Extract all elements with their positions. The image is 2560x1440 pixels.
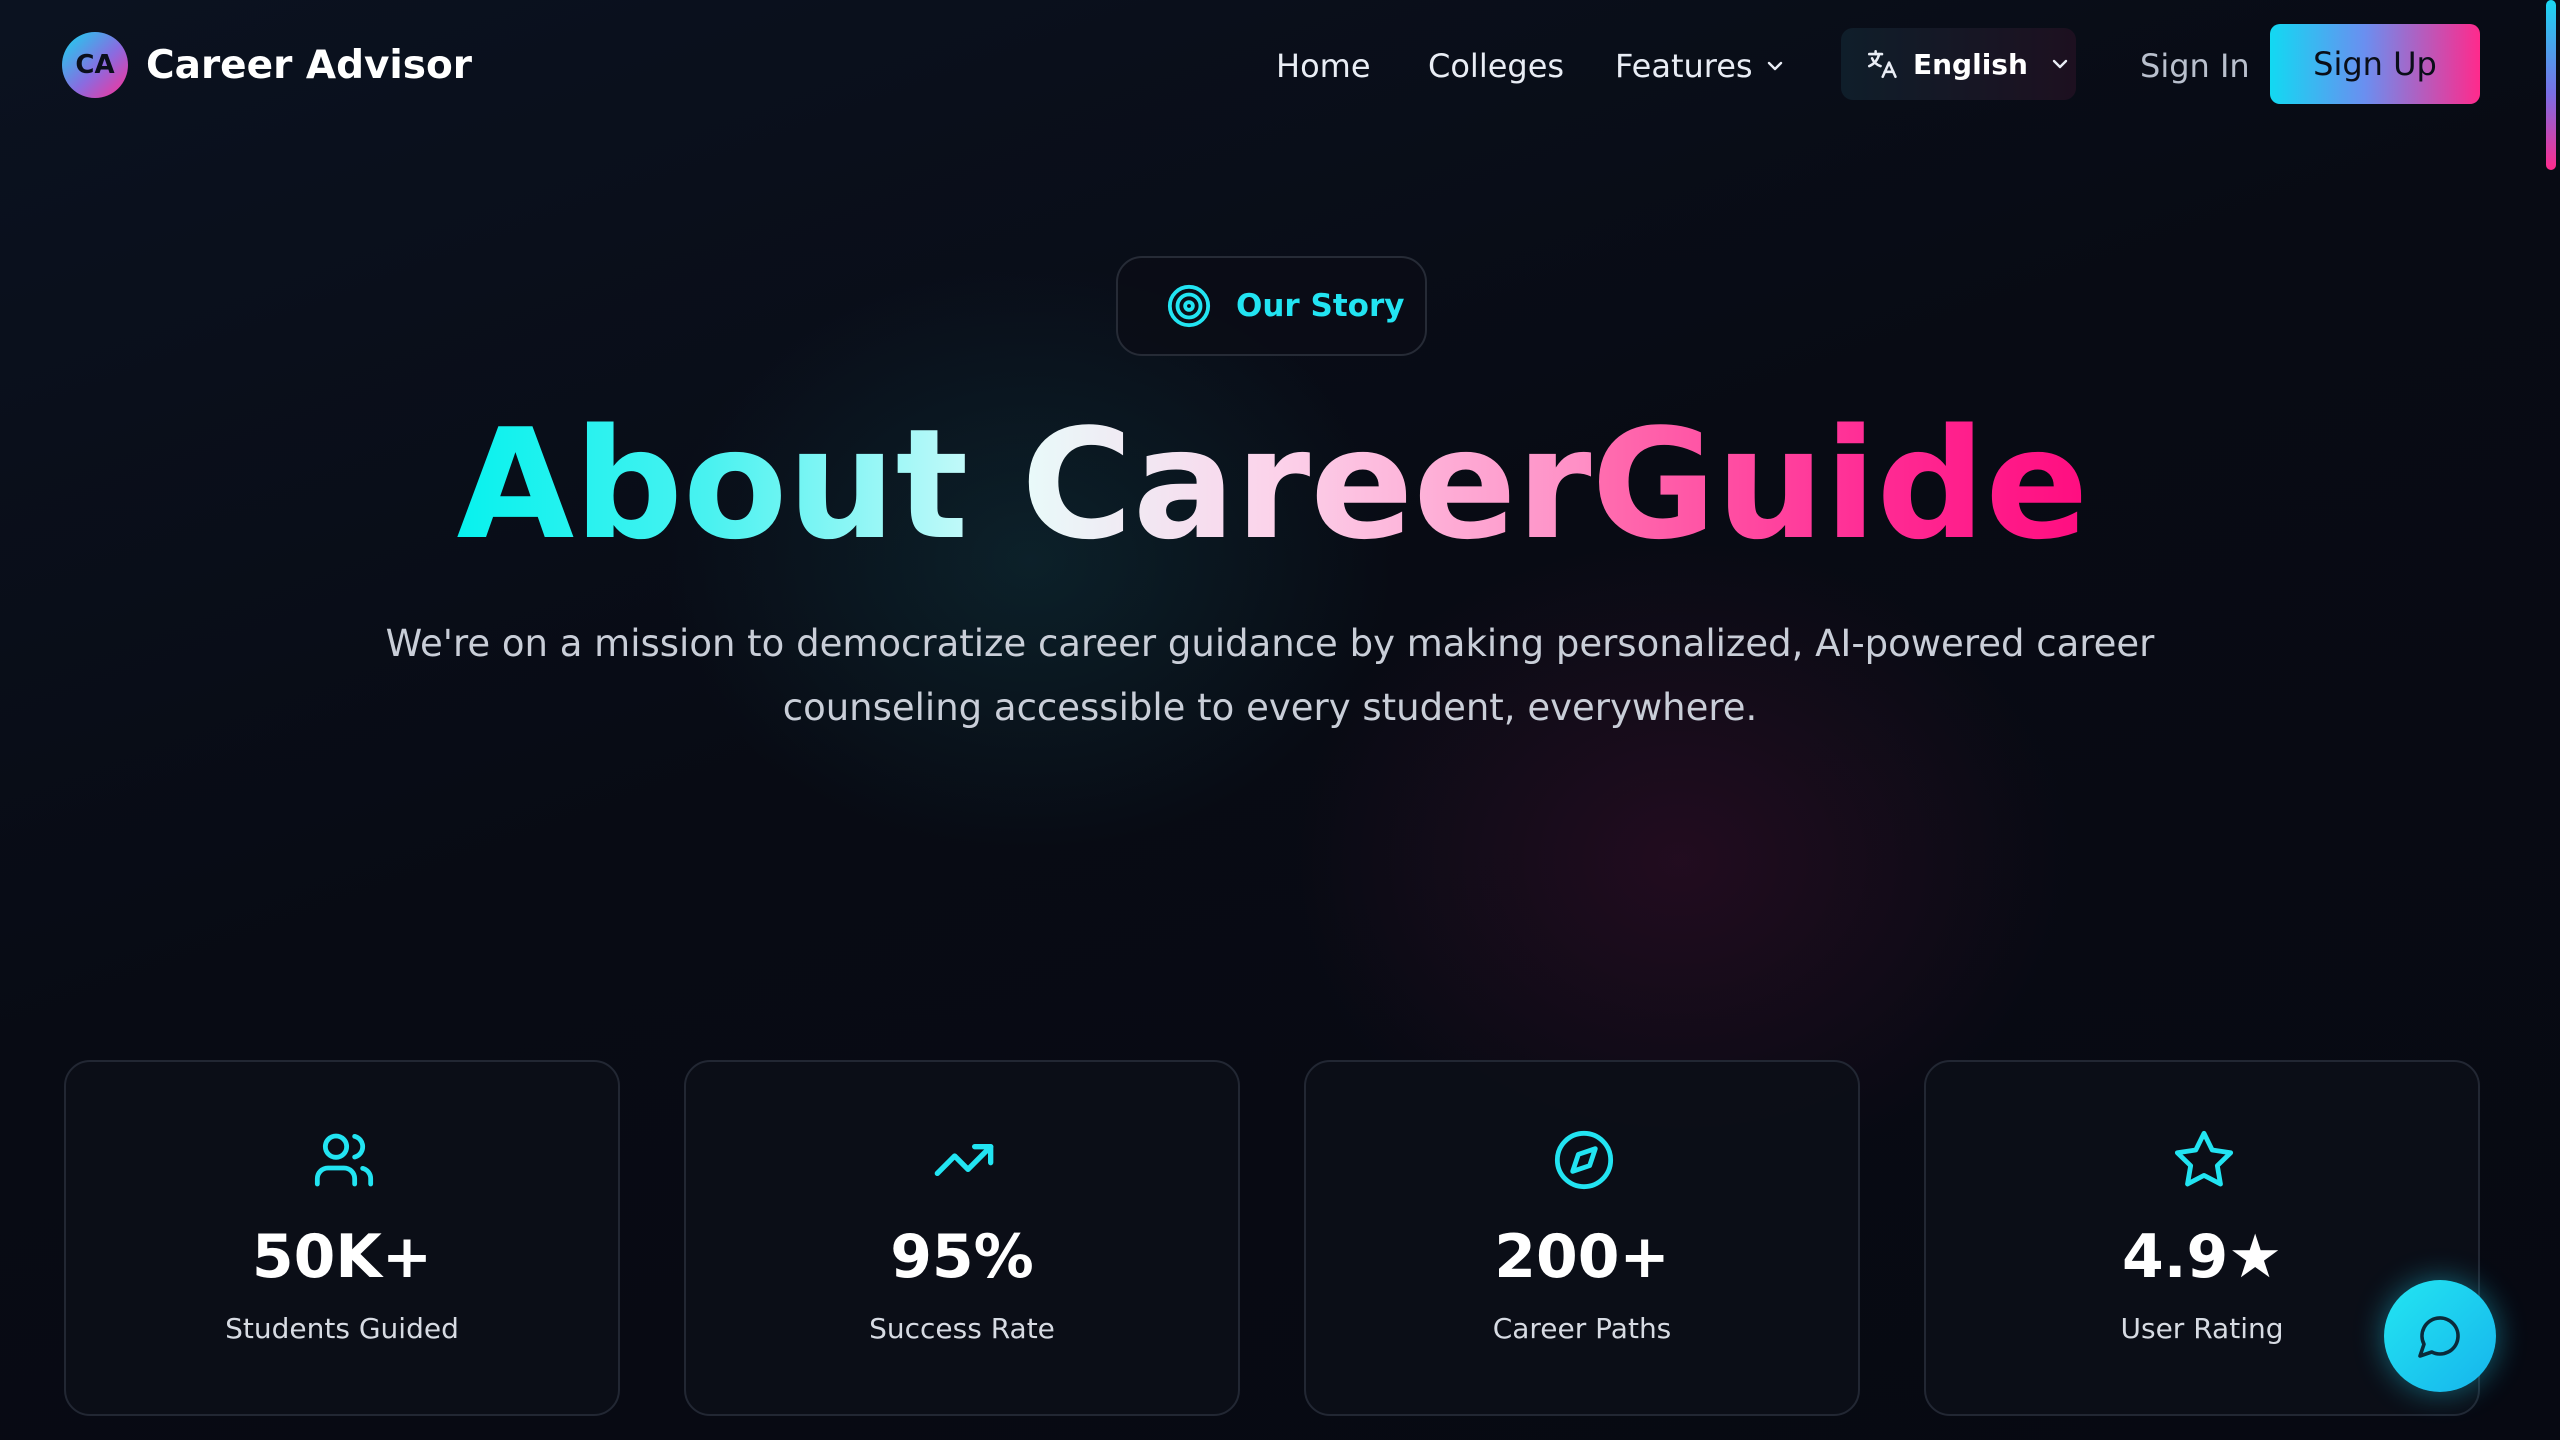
chat-button[interactable] [2384,1280,2496,1392]
page: CA Career Advisor Home Colleges Features… [0,0,2560,1440]
stat-label: Success Rate [869,1312,1055,1345]
language-label: English [1913,47,2028,81]
logo-badge: CA [62,32,128,98]
stat-value: 4.9★ [2121,1222,2283,1292]
stat-card-success: 95% Success Rate [684,1060,1240,1416]
translate-icon [1867,49,1897,79]
users-icon [314,1133,374,1187]
stat-card-students: 50K+ Students Guided [64,1060,620,1416]
nav-colleges-link[interactable]: Colleges [1428,40,1564,92]
hero-subtitle: We're on a mission to democratize career… [380,612,2160,740]
stat-label: Career Paths [1492,1312,1672,1345]
stat-value: 50K+ [251,1222,433,1292]
our-story-badge: Our Story [1116,256,1427,356]
hero-subtitle-line-1: We're on a mission to democratize career… [385,622,2155,665]
stat-card-career-paths: 200+ Career Paths [1304,1060,1860,1416]
hero-subtitle-line-2: counseling accessible to every student, … [782,686,1758,729]
stat-value: 95% [890,1222,1034,1292]
chevron-down-icon [2052,59,2068,69]
scrollbar-thumb[interactable] [2546,0,2556,170]
nav-features-dropdown[interactable]: Features [1615,40,1787,92]
nav-home-link[interactable]: Home [1276,40,1371,92]
title-part-guide: Guide [1591,396,2089,573]
language-select[interactable]: English [1841,28,2076,100]
nav-features-label: Features [1615,47,1753,85]
stat-label: Students Guided [225,1312,459,1345]
trending-up-icon [934,1144,994,1176]
chevron-down-icon [1767,61,1782,71]
sign-up-button[interactable]: Sign Up [2270,24,2480,104]
stat-value: 200+ [1494,1222,1670,1292]
page-title: About CareerGuide [0,395,2545,575]
title-part-about: About [456,396,1022,573]
star-icon [2174,1130,2234,1187]
sign-in-link[interactable]: Sign In [2140,40,2250,92]
compass-icon [1554,1130,1614,1190]
logo-link[interactable]: CA Career Advisor [62,32,472,98]
title-part-career: Career [1021,396,1592,573]
chat-bubble-icon [2418,1316,2460,1358]
target-icon [1167,284,1211,328]
app-name: Career Advisor [146,42,473,88]
navbar: CA Career Advisor Home Colleges Features… [0,0,2545,130]
our-story-label: Our Story [1236,288,1405,324]
